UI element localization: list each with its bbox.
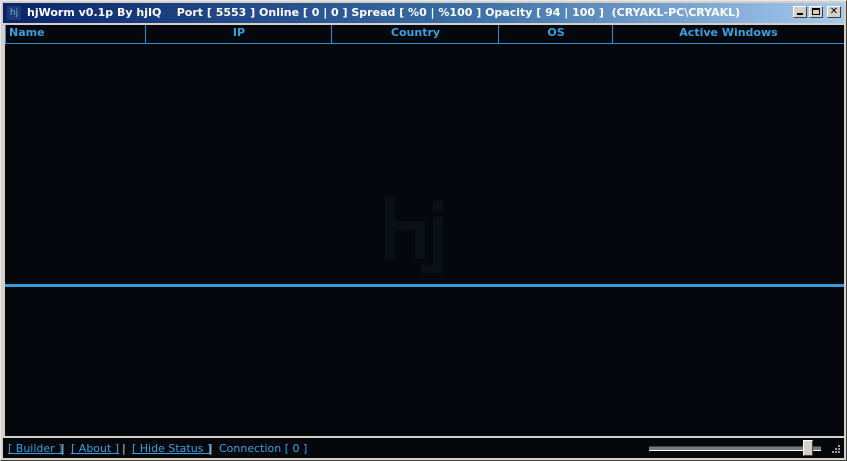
client-area: Name IP Country OS Active Windows <box>5 25 844 436</box>
column-header-os[interactable]: OS <box>498 25 613 43</box>
app-icon: hj <box>7 6 21 20</box>
status-separator: | <box>209 442 213 455</box>
title-bar[interactable]: hj hjWorm v0.1p By hjIQ Port [ 5553 ] On… <box>3 3 844 23</box>
resize-grip-icon[interactable] <box>829 444 841 456</box>
close-icon: ✕ <box>829 6 839 17</box>
log-panel[interactable] <box>5 287 844 436</box>
column-header-country[interactable]: Country <box>331 25 499 43</box>
maximize-icon <box>812 8 820 15</box>
close-button[interactable]: ✕ <box>827 6 841 18</box>
about-link[interactable]: [ About ] <box>71 442 119 455</box>
list-header: Name IP Country OS Active Windows <box>5 25 844 44</box>
window-title: hjWorm v0.1p By hjIQ Port [ 5553 ] Onlin… <box>27 6 741 19</box>
maximize-button[interactable] <box>809 6 823 18</box>
main-window: hj hjWorm v0.1p By hjIQ Port [ 5553 ] On… <box>0 0 847 461</box>
status-separator: | <box>122 442 126 455</box>
opacity-slider-thumb[interactable] <box>803 440 813 456</box>
column-header-active-windows[interactable]: Active Windows <box>612 25 844 43</box>
builder-link[interactable]: [ Builder ] <box>8 442 62 455</box>
column-header-ip[interactable]: IP <box>145 25 332 43</box>
minimize-icon <box>797 13 803 15</box>
connection-count: Connection [ 0 ] <box>219 442 308 455</box>
watermark-logo <box>385 197 443 273</box>
status-separator: | <box>61 442 65 455</box>
opacity-slider-track[interactable] <box>649 446 821 451</box>
minimize-button[interactable] <box>793 6 807 18</box>
hide-status-link[interactable]: [ Hide Status ] <box>132 442 211 455</box>
column-header-name[interactable]: Name <box>5 25 146 43</box>
status-bar: [ Builder ] | [ About ] | [ Hide Status … <box>3 436 844 458</box>
